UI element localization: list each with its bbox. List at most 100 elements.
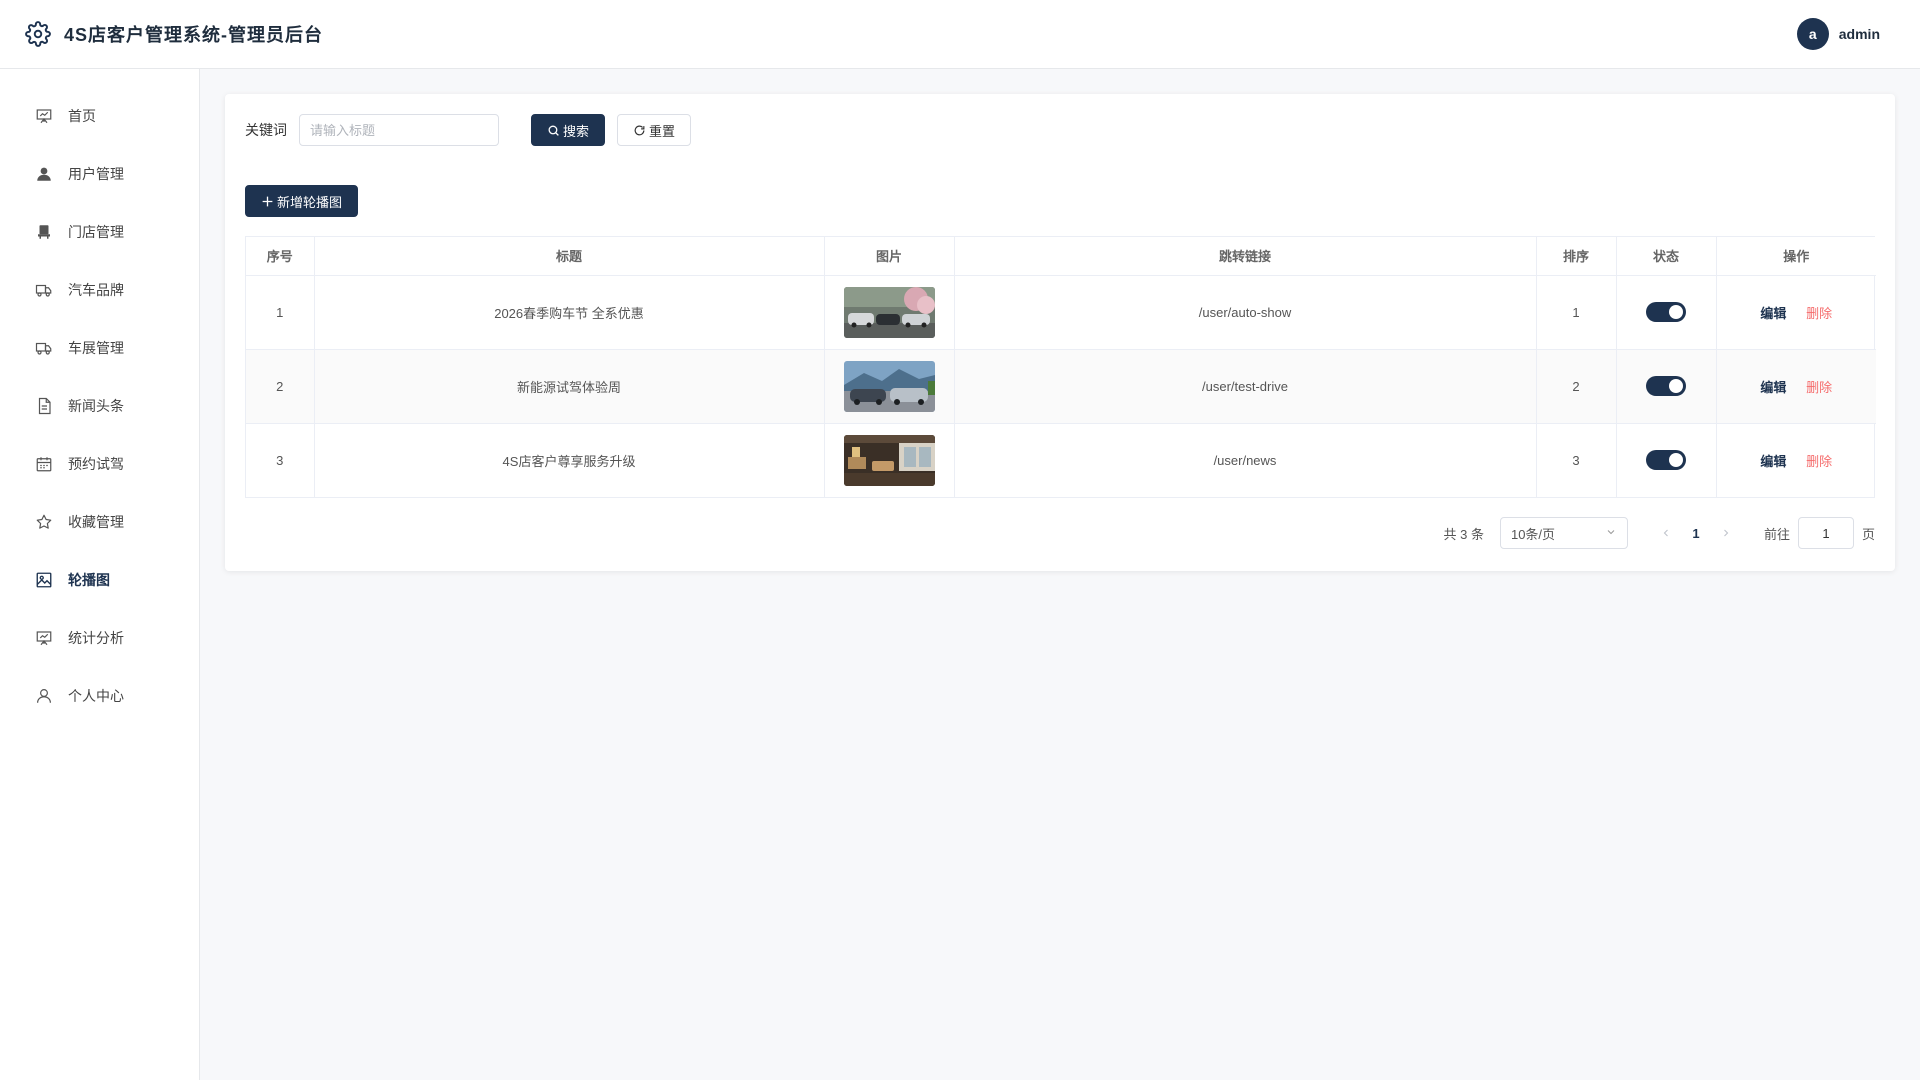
status-toggle[interactable] bbox=[1646, 302, 1686, 322]
row-sort: 2 bbox=[1536, 349, 1617, 424]
sidebar-item-label: 门店管理 bbox=[68, 224, 124, 240]
next-page-button[interactable] bbox=[1712, 527, 1740, 539]
sidebar-item-label: 用户管理 bbox=[68, 166, 124, 182]
top-header: 4S店客户管理系统-管理员后台 a admin bbox=[0, 0, 1920, 69]
page-suffix: 页 bbox=[1861, 526, 1875, 542]
sidebar-item-label: 收藏管理 bbox=[68, 514, 124, 530]
user-outline-icon bbox=[34, 686, 54, 706]
sidebar-item-home[interactable]: 首页 bbox=[0, 87, 199, 145]
table-row: 1 2026春季购车节 全系优惠 /user/auto-show 1 编辑 删除 bbox=[246, 275, 1876, 350]
row-sort: 1 bbox=[1536, 275, 1617, 350]
page-size-value: 10条/页 bbox=[1510, 526, 1556, 542]
reset-button-label: 重置 bbox=[649, 123, 676, 139]
sidebar-item-label: 新闻头条 bbox=[68, 398, 124, 414]
sidebar-item-auto-shows[interactable]: 车展管理 bbox=[0, 319, 199, 377]
delete-button[interactable]: 删除 bbox=[1806, 377, 1832, 396]
calendar-icon bbox=[34, 454, 54, 474]
status-toggle[interactable] bbox=[1646, 450, 1686, 471]
sidebar: 首页 用户管理 门店管理 汽车品牌 车展管理 新闻头条 预约试驾 收藏管理 轮播… bbox=[0, 69, 200, 1080]
sidebar-item-profile[interactable]: 个人中心 bbox=[0, 667, 199, 725]
row-index: 1 bbox=[246, 275, 315, 350]
edit-button[interactable]: 编辑 bbox=[1760, 451, 1786, 470]
document-icon bbox=[34, 396, 54, 416]
row-title: 新能源试驾体验周 bbox=[314, 349, 825, 424]
reset-button[interactable]: 重置 bbox=[617, 114, 692, 146]
column-header: 状态 bbox=[1616, 237, 1717, 276]
truck-icon bbox=[34, 338, 54, 358]
sidebar-item-test-drive[interactable]: 预约试驾 bbox=[0, 435, 199, 493]
add-button-label: 新增轮播图 bbox=[277, 194, 343, 210]
sidebar-item-label: 轮播图 bbox=[68, 572, 110, 588]
row-link: /user/news bbox=[954, 423, 1537, 497]
app-title: 4S店客户管理系统-管理员后台 bbox=[64, 25, 324, 45]
goto-label: 前往 bbox=[1763, 526, 1790, 542]
plus-icon bbox=[261, 195, 274, 208]
brand: 4S店客户管理系统-管理员后台 bbox=[24, 20, 323, 48]
edit-button[interactable]: 编辑 bbox=[1760, 377, 1786, 396]
delete-button[interactable]: 删除 bbox=[1806, 451, 1832, 470]
refresh-icon bbox=[633, 124, 646, 137]
row-link: /user/test-drive bbox=[954, 349, 1537, 424]
prev-page-button[interactable] bbox=[1652, 527, 1680, 539]
chevron-right-icon bbox=[1724, 529, 1729, 537]
delete-button[interactable]: 删除 bbox=[1806, 303, 1832, 322]
main-card: 关键词 搜索 重置 新增轮播图 bbox=[225, 94, 1895, 571]
carousel-thumbnail[interactable] bbox=[843, 434, 935, 486]
avatar[interactable]: a bbox=[1796, 18, 1829, 50]
column-header: 跳转链接 bbox=[954, 237, 1537, 276]
presentation-board-icon bbox=[34, 628, 54, 648]
sidebar-item-stores[interactable]: 门店管理 bbox=[0, 203, 199, 261]
sidebar-item-label: 车展管理 bbox=[68, 340, 124, 356]
search-icon bbox=[547, 124, 560, 137]
sidebar-item-favorites[interactable]: 收藏管理 bbox=[0, 493, 199, 551]
page-number[interactable]: 1 bbox=[1680, 526, 1712, 541]
carousel-thumbnail[interactable] bbox=[843, 360, 935, 412]
sidebar-item-label: 预约试驾 bbox=[68, 456, 124, 472]
sidebar-item-statistics[interactable]: 统计分析 bbox=[0, 609, 199, 667]
column-header: 操作 bbox=[1716, 237, 1876, 276]
gear-icon bbox=[24, 20, 52, 48]
row-index: 3 bbox=[246, 423, 315, 497]
presentation-board-icon bbox=[34, 106, 54, 126]
picture-icon bbox=[34, 570, 54, 590]
sidebar-item-news[interactable]: 新闻头条 bbox=[0, 377, 199, 435]
carousel-thumbnail[interactable] bbox=[843, 286, 935, 338]
sidebar-item-label: 汽车品牌 bbox=[68, 282, 124, 298]
column-header: 序号 bbox=[246, 237, 315, 276]
table-row: 2 新能源试驾体验周 /user/test-drive 2 编辑 删除 bbox=[246, 349, 1876, 424]
store-icon bbox=[34, 222, 54, 242]
status-toggle[interactable] bbox=[1646, 376, 1686, 396]
sidebar-item-label: 统计分析 bbox=[68, 630, 124, 646]
table-header-row: 序号 标题 图片 跳转链接 排序 状态 操作 bbox=[246, 237, 1876, 276]
user-filled-icon bbox=[34, 164, 54, 184]
row-index: 2 bbox=[246, 349, 315, 424]
star-icon bbox=[34, 512, 54, 532]
sidebar-item-label: 个人中心 bbox=[68, 688, 124, 704]
row-title: 2026春季购车节 全系优惠 bbox=[314, 275, 825, 350]
sidebar-item-label: 首页 bbox=[68, 108, 96, 124]
chevron-left-icon bbox=[1663, 529, 1668, 537]
edit-button[interactable]: 编辑 bbox=[1760, 303, 1786, 322]
keyword-input[interactable] bbox=[299, 114, 499, 146]
goto-page-input[interactable] bbox=[1797, 517, 1854, 549]
search-bar: 关键词 搜索 重置 bbox=[245, 114, 692, 146]
search-button-label: 搜索 bbox=[563, 123, 590, 139]
page-size-select[interactable]: 10条/页 bbox=[1499, 517, 1628, 549]
search-button[interactable]: 搜索 bbox=[531, 114, 606, 146]
column-header: 图片 bbox=[824, 237, 955, 276]
sidebar-item-carousel[interactable]: 轮播图 bbox=[0, 551, 199, 609]
table-row: 3 4S店客户尊享服务升级 /user/news 3 编辑 删除 bbox=[246, 423, 1876, 497]
chevron-down-icon bbox=[1605, 526, 1617, 541]
row-title: 4S店客户尊享服务升级 bbox=[314, 423, 825, 497]
sidebar-item-car-brands[interactable]: 汽车品牌 bbox=[0, 261, 199, 319]
user-menu[interactable]: a admin bbox=[1796, 18, 1880, 50]
add-carousel-button[interactable]: 新增轮播图 bbox=[245, 185, 359, 217]
column-header: 标题 bbox=[314, 237, 825, 276]
row-sort: 3 bbox=[1536, 423, 1617, 497]
username[interactable]: admin bbox=[1839, 26, 1880, 42]
total-count: 共 3 条 bbox=[1443, 526, 1484, 542]
sidebar-item-users[interactable]: 用户管理 bbox=[0, 145, 199, 203]
column-header: 排序 bbox=[1536, 237, 1617, 276]
pagination: 共 3 条 10条/页 1 前往 页 bbox=[1443, 517, 1875, 549]
row-link: /user/auto-show bbox=[954, 275, 1537, 350]
